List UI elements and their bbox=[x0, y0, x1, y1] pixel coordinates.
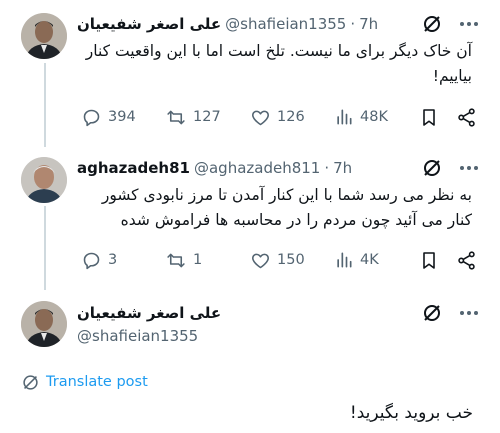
reply-icon bbox=[83, 109, 100, 126]
display-name[interactable]: aghazadeh81 bbox=[77, 159, 190, 177]
repost-button[interactable]: 1 bbox=[165, 248, 202, 272]
thread-line bbox=[44, 63, 46, 147]
main-tweet-text: خب بروید بگیرید! bbox=[349, 403, 473, 423]
grok-icon[interactable] bbox=[421, 13, 443, 35]
tweet-header: علی اصغر شفیعیان @shafieian1355 · 7h bbox=[77, 13, 378, 35]
repost-button[interactable]: 127 bbox=[165, 105, 221, 129]
reply-icon bbox=[83, 252, 100, 269]
translate-label: Translate post bbox=[46, 374, 148, 390]
repost-icon bbox=[167, 110, 185, 124]
like-button[interactable]: 126 bbox=[250, 105, 305, 129]
more-icon[interactable] bbox=[458, 13, 480, 35]
bookmark-icon bbox=[423, 108, 435, 126]
repost-count: 1 bbox=[193, 252, 203, 268]
separator: · bbox=[324, 159, 330, 177]
repost-icon bbox=[167, 253, 185, 267]
views-icon bbox=[337, 109, 352, 125]
main-name: علی اصغر شفیعیان bbox=[77, 302, 221, 324]
repost-count: 127 bbox=[193, 109, 221, 125]
reply-button[interactable]: 3 bbox=[81, 248, 117, 272]
grok-icon[interactable] bbox=[421, 302, 443, 324]
tweet-2[interactable]: aghazadeh81 @aghazadeh811 · 7h به نظر می… bbox=[0, 147, 500, 290]
more-icon[interactable] bbox=[458, 157, 480, 179]
action-bar: 394 127 126 48K bbox=[77, 105, 477, 129]
thread-line bbox=[44, 206, 46, 290]
handle[interactable]: @shafieian1355 bbox=[77, 327, 198, 345]
handle[interactable]: @shafieian1355 bbox=[225, 15, 346, 33]
like-icon bbox=[252, 253, 269, 268]
tweet-header: aghazadeh81 @aghazadeh811 · 7h bbox=[77, 157, 352, 179]
views-count: 48K bbox=[360, 109, 388, 125]
grok-icon[interactable] bbox=[421, 157, 443, 179]
avatar[interactable] bbox=[21, 301, 67, 347]
bookmark-button[interactable] bbox=[419, 105, 445, 129]
avatar[interactable] bbox=[21, 157, 67, 203]
like-count: 150 bbox=[277, 252, 305, 268]
more-icon[interactable] bbox=[458, 302, 480, 324]
tweet-text: آن خاک دیگر برای ما نیست. تلخ است اما با… bbox=[85, 42, 472, 85]
reply-button[interactable]: 394 bbox=[81, 105, 136, 129]
tweet-text: به نظر می رسد شما با این کنار آمدن تا مر… bbox=[101, 186, 472, 229]
handle[interactable]: @aghazadeh811 bbox=[194, 159, 320, 177]
like-button[interactable]: 150 bbox=[250, 248, 305, 272]
main-handle-row: @shafieian1355 bbox=[77, 325, 198, 347]
translate-post-link[interactable]: Translate post bbox=[22, 371, 148, 393]
views-button[interactable]: 48K bbox=[334, 105, 388, 129]
display-name[interactable]: علی اصغر شفیعیان bbox=[77, 304, 221, 322]
avatar[interactable] bbox=[21, 13, 67, 59]
display-name[interactable]: علی اصغر شفیعیان bbox=[77, 15, 221, 33]
share-button[interactable] bbox=[456, 105, 483, 129]
bookmark-button[interactable] bbox=[419, 248, 445, 272]
separator: · bbox=[350, 15, 356, 33]
action-bar: 3 1 150 4K bbox=[77, 248, 477, 272]
tweet-1[interactable]: علی اصغر شفیعیان @shafieian1355 · 7h آن … bbox=[0, 0, 500, 147]
share-icon bbox=[458, 250, 475, 270]
bookmark-icon bbox=[423, 251, 435, 269]
share-button[interactable] bbox=[456, 248, 483, 272]
globe-icon bbox=[23, 374, 38, 390]
reply-count: 3 bbox=[108, 252, 118, 268]
timestamp[interactable]: 7h bbox=[333, 159, 352, 177]
reply-count: 394 bbox=[108, 109, 136, 125]
like-icon bbox=[252, 110, 269, 125]
views-icon bbox=[337, 252, 352, 268]
views-count: 4K bbox=[360, 252, 379, 268]
share-icon bbox=[458, 107, 475, 127]
like-count: 126 bbox=[277, 109, 305, 125]
views-button[interactable]: 4K bbox=[334, 248, 379, 272]
timestamp[interactable]: 7h bbox=[359, 15, 378, 33]
